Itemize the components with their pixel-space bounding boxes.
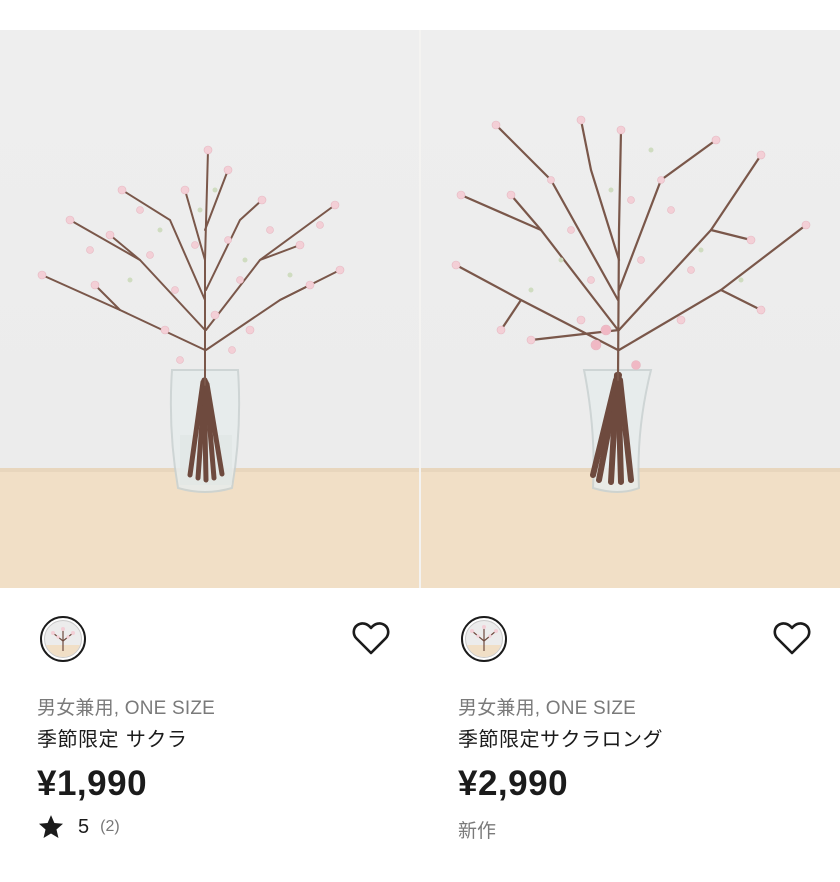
favorite-heart-icon[interactable] (773, 620, 811, 656)
sakura-long-vase-illustration (421, 115, 840, 588)
color-swatch[interactable] (40, 616, 86, 662)
product-image[interactable] (0, 30, 419, 588)
sakura-vase-illustration (0, 145, 419, 588)
cherry-blossom-swatch-icon (465, 620, 503, 658)
product-image[interactable] (421, 30, 840, 588)
product-card-sakura-long[interactable]: 男女兼用, ONE SIZE 季節限定サクラロング ¥2,990 新作 (421, 30, 840, 882)
product-meta: 男女兼用, ONE SIZE (458, 698, 637, 719)
top-strip (0, 0, 840, 30)
product-card-sakura[interactable]: 男女兼用, ONE SIZE 季節限定 サクラ ¥1,990 5 (2) (0, 30, 419, 882)
cherry-blossom-swatch-icon (44, 620, 82, 658)
product-rating[interactable]: 5 (2) (37, 813, 120, 841)
product-price: ¥2,990 (458, 764, 569, 803)
rating-count: (2) (100, 818, 120, 835)
product-name[interactable]: 季節限定 サクラ (37, 723, 187, 752)
rating-value: 5 (78, 815, 90, 838)
new-badge: 新作 (458, 820, 497, 842)
product-meta: 男女兼用, ONE SIZE (37, 698, 216, 719)
star-icon (37, 813, 65, 841)
product-name[interactable]: 季節限定サクラロング (458, 723, 663, 752)
product-price: ¥1,990 (37, 764, 148, 803)
color-swatch[interactable] (461, 616, 507, 662)
favorite-heart-icon[interactable] (352, 620, 390, 656)
